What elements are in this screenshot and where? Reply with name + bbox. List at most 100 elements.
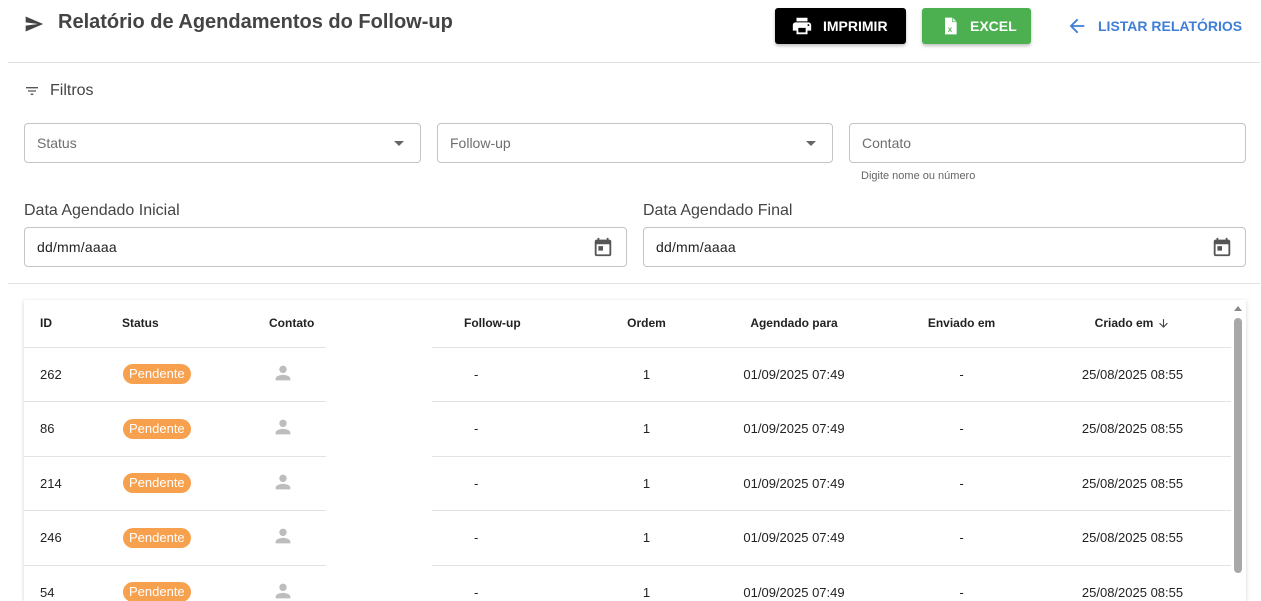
- column-header-scheduled[interactable]: Agendado para: [699, 300, 889, 348]
- table-row[interactable]: 262 Pendente -1 01/09/2025 07:49-25/08/2025…: [24, 347, 1231, 402]
- contact-placeholder: Contato: [862, 135, 912, 151]
- arrow-left-icon: [1069, 18, 1085, 34]
- avatar: [272, 528, 294, 550]
- scrollbar[interactable]: [1232, 304, 1242, 601]
- cell-id: 262: [24, 347, 109, 402]
- list-reports-label: LISTAR RELATÓRIOS: [1098, 18, 1243, 34]
- cell-sent: -: [889, 565, 1034, 601]
- cell-created: 25/08/2025 08:55: [1034, 565, 1231, 601]
- followup-select[interactable]: Follow-up: [437, 123, 833, 163]
- filters-label: Filtros: [50, 82, 94, 99]
- cell-id: 246: [24, 510, 109, 566]
- cell-id: 54: [24, 565, 109, 601]
- avatar: [272, 474, 294, 496]
- cell-order: 1: [594, 347, 699, 402]
- print-button[interactable]: IMPRIMIR: [775, 8, 906, 44]
- status-badge: Pendente: [123, 418, 191, 439]
- column-header-status[interactable]: Status: [109, 300, 256, 348]
- contact-input[interactable]: Contato: [849, 123, 1246, 163]
- status-badge: Pendente: [123, 473, 191, 494]
- cell-followup: -: [464, 347, 594, 402]
- cell-sent: -: [889, 347, 1034, 402]
- column-header-contact[interactable]: Contato: [256, 300, 464, 348]
- cell-created: 25/08/2025 08:55: [1034, 347, 1231, 402]
- cell-status: Pendente: [109, 456, 256, 511]
- scrollbar-thumb[interactable]: [1234, 318, 1242, 573]
- date-start-label: Data Agendado Inicial: [24, 202, 180, 219]
- cell-followup: -: [464, 456, 594, 511]
- date-start-value: dd/mm/aaaa: [37, 239, 117, 255]
- report-table-card: ID Status Contato Follow-up Ordem Agenda…: [24, 300, 1246, 601]
- filters-heading: Filtros: [24, 82, 94, 100]
- column-header-created[interactable]: Criado em: [1034, 300, 1231, 348]
- calendar-icon[interactable]: [592, 236, 614, 258]
- excel-file-icon: X: [945, 17, 957, 35]
- column-header-created-label: Criado em: [1094, 316, 1154, 331]
- date-end-input[interactable]: dd/mm/aaaa: [643, 227, 1246, 267]
- table-row[interactable]: 54 Pendente -1 01/09/2025 07:49-25/08/2025 …: [24, 565, 1231, 601]
- cell-scheduled: 01/09/2025 07:49: [699, 347, 889, 402]
- report-table: ID Status Contato Follow-up Ordem Agenda…: [24, 300, 1231, 601]
- followup-placeholder: Follow-up: [450, 135, 511, 151]
- cell-sent: -: [889, 510, 1034, 566]
- column-header-id[interactable]: ID: [24, 300, 109, 348]
- cell-id: 214: [24, 456, 109, 511]
- cell-created: 25/08/2025 08:55: [1034, 510, 1231, 566]
- contact-helper-text: Digite nome ou número: [861, 170, 976, 182]
- cell-scheduled: 01/09/2025 07:49: [699, 565, 889, 601]
- status-placeholder: Status: [37, 135, 77, 151]
- send-icon: [25, 16, 44, 32]
- cell-scheduled: 01/09/2025 07:49: [699, 456, 889, 511]
- person-icon: [275, 474, 291, 490]
- cell-status: Pendente: [109, 565, 256, 601]
- filter-list-icon: [26, 87, 38, 95]
- chevron-down-icon: [394, 140, 404, 146]
- column-header-sent[interactable]: Enviado em: [889, 300, 1034, 348]
- person-icon: [275, 365, 291, 381]
- cell-scheduled: 01/09/2025 07:49: [699, 401, 889, 457]
- table-row[interactable]: 214 Pendente -1 01/09/2025 07:49-25/08/2025…: [24, 456, 1231, 511]
- person-icon: [275, 528, 291, 544]
- cell-followup: -: [464, 401, 594, 457]
- cell-sent: -: [889, 456, 1034, 511]
- list-reports-button[interactable]: LISTAR RELATÓRIOS: [1064, 8, 1244, 44]
- column-header-followup[interactable]: Follow-up: [464, 300, 594, 348]
- person-icon: [275, 583, 291, 599]
- avatar: [272, 365, 294, 387]
- filters-divider: [8, 283, 1260, 284]
- cell-created: 25/08/2025 08:55: [1034, 456, 1231, 511]
- print-button-label: IMPRIMIR: [823, 18, 888, 34]
- table-row[interactable]: 246 Pendente -1 01/09/2025 07:49-25/08/2025…: [24, 510, 1231, 566]
- cell-sent: -: [889, 401, 1034, 457]
- avatar: [272, 419, 294, 441]
- cell-order: 1: [594, 401, 699, 457]
- date-end-label: Data Agendado Final: [643, 202, 793, 219]
- redacted-area: [326, 347, 432, 601]
- excel-button-label: EXCEL: [970, 18, 1017, 34]
- status-badge: Pendente: [123, 364, 191, 385]
- cell-order: 1: [594, 510, 699, 566]
- table-row[interactable]: 86 Pendente -1 01/09/2025 07:49-25/08/2025 …: [24, 401, 1231, 457]
- column-header-order[interactable]: Ordem: [594, 300, 699, 348]
- status-badge: Pendente: [123, 582, 191, 601]
- scroll-up-arrow[interactable]: [1234, 306, 1242, 311]
- cell-status: Pendente: [109, 347, 256, 402]
- cell-order: 1: [594, 456, 699, 511]
- cell-order: 1: [594, 565, 699, 601]
- arrow-down-icon: [1159, 319, 1169, 329]
- avatar: [272, 583, 294, 601]
- status-select[interactable]: Status: [24, 123, 421, 163]
- printer-icon: [792, 17, 812, 35]
- excel-button[interactable]: X EXCEL: [922, 8, 1031, 44]
- cell-scheduled: 01/09/2025 07:49: [699, 510, 889, 566]
- page-title: Relatório de Agendamentos do Follow-up: [58, 11, 453, 33]
- cell-created: 25/08/2025 08:55: [1034, 401, 1231, 457]
- page-header: Relatório de Agendamentos do Follow-up I…: [0, 0, 1261, 62]
- status-badge: Pendente: [123, 527, 191, 548]
- cell-status: Pendente: [109, 401, 256, 457]
- person-icon: [275, 419, 291, 435]
- calendar-icon[interactable]: [1211, 236, 1233, 258]
- svg-text:X: X: [948, 27, 953, 34]
- table-header-row: ID Status Contato Follow-up Ordem Agenda…: [24, 300, 1231, 348]
- date-start-input[interactable]: dd/mm/aaaa: [24, 227, 627, 267]
